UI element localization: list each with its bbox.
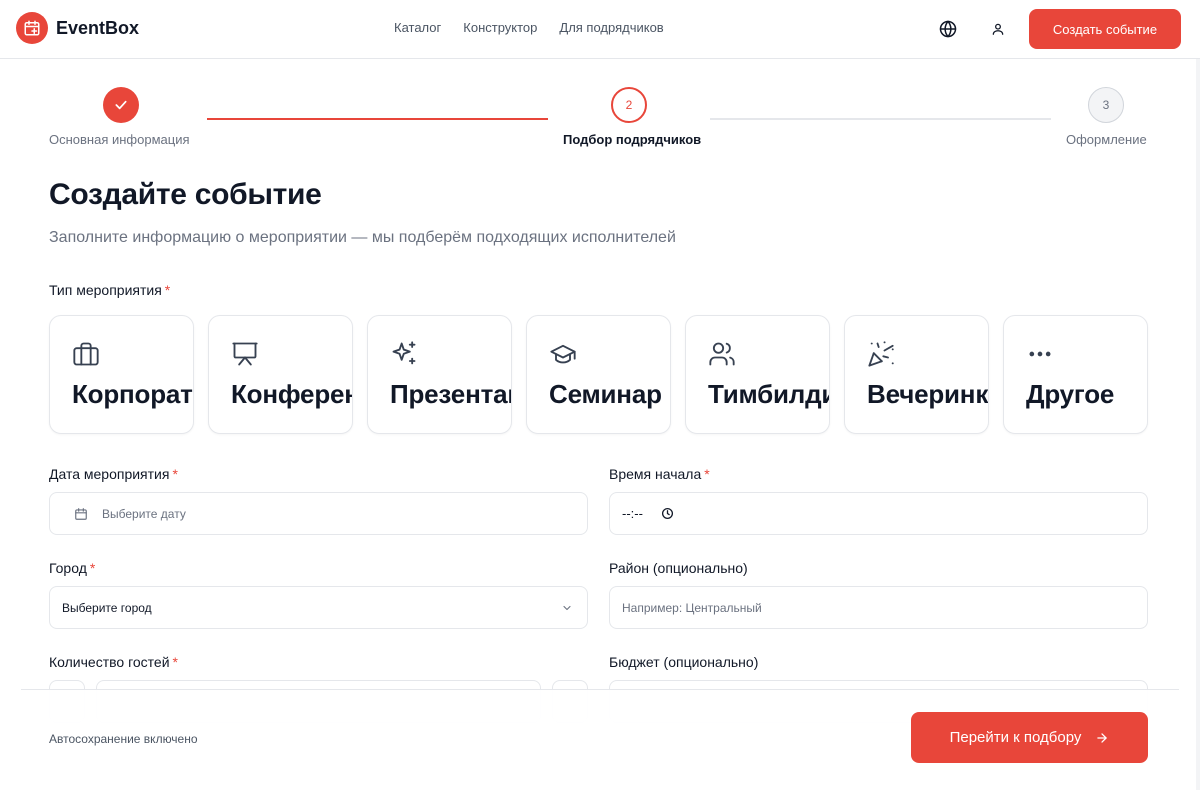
required-mark: * [89,560,96,576]
app-name: EventBox [56,17,140,38]
date-label-text: Дата мероприятия [49,466,170,482]
check-icon [115,100,127,110]
district-input[interactable]: Например: Центральный [609,586,1148,629]
time-value: --:-- [622,506,643,521]
date-input[interactable]: Выберите дату [49,492,588,535]
district-label: Район (опционально) [609,560,748,576]
autosave-status: Автосохранение включено [49,732,198,746]
next-step-button[interactable]: Перейти к подбору [911,712,1148,763]
graduation-cap-icon [549,340,579,368]
district-placeholder: Например: Центральный [622,600,762,615]
main-nav: Каталог Конструктор Для подрядчиков [394,20,664,35]
event-type-card-party[interactable]: Вечеринка [844,315,989,434]
step-3-label: Оформление [1066,132,1147,147]
calendar-logo-icon [16,12,48,44]
logo[interactable]: EventBox [16,12,139,44]
user-icon[interactable] [987,18,1009,40]
step-1-label: Основная информация [49,132,190,147]
step-2-circle[interactable]: 2 [611,87,647,123]
step-2-label: Подбор подрядчиков [563,132,702,147]
event-type-card-label: Тимбилдинг [708,379,829,409]
step-1-circle[interactable] [103,87,139,123]
party-popper-icon [867,340,897,368]
page-title: Создайте событие [49,178,322,211]
nav-contractors[interactable]: Для подрядчиков [559,20,663,35]
sparkles-icon [390,340,420,368]
nav-catalog[interactable]: Каталог [394,20,441,35]
event-type-card-presentation[interactable]: Презентация [367,315,512,434]
event-type-cards: Корпоратив Конференция [49,315,1149,435]
clock-icon[interactable] [661,507,674,520]
nav-constructor[interactable]: Конструктор [463,20,537,35]
globe-icon[interactable] [937,18,959,40]
event-type-card-label: Презентация [390,379,511,409]
required-mark: * [704,466,710,482]
briefcase-icon [72,340,102,368]
guests-label-text: Количество гостей [49,654,170,670]
event-type-card-label: Другое [1026,379,1115,409]
scrollbar-track[interactable] [1196,59,1200,790]
date-label: Дата мероприятия * [49,466,178,482]
time-input[interactable]: --:-- [609,492,1148,535]
event-create-page: EventBox Каталог Конструктор Для подрядч… [0,0,1200,790]
more-dots-icon [1026,340,1056,368]
step-connector-pending [710,118,1051,120]
event-type-card-label: Конференция [231,379,352,409]
event-type-card-seminar[interactable]: Семинар [526,315,671,434]
event-type-card-label: Вечеринка [867,379,989,409]
step-3-circle[interactable]: 3 [1088,87,1124,123]
next-step-label: Перейти к подбору [949,729,1082,746]
city-label-text: Город [49,560,87,576]
page-subtitle: Заполните информацию о мероприятии — мы … [49,229,676,246]
required-mark: * [172,654,178,670]
step-connector-done [207,118,548,120]
event-type-card-other[interactable]: Другое [1003,315,1148,434]
required-mark: * [164,282,171,298]
time-label-text: Время начала [609,466,702,482]
date-placeholder: Выберите дату [102,506,186,521]
event-type-card-conference[interactable]: Конференция [208,315,353,434]
budget-label-text: Бюджет (опционально) [609,654,759,670]
chevron-down-icon [561,602,573,614]
city-select[interactable]: Выберите город [49,586,588,629]
event-type-label: Тип мероприятия * [49,282,170,298]
presentation-icon [231,340,261,368]
top-header: EventBox Каталог Конструктор Для подрядч… [0,0,1200,59]
event-type-card-teambuilding[interactable]: Тимбилдинг [685,315,830,434]
create-event-button[interactable]: Создать событие [1029,9,1181,49]
users-icon [708,340,738,368]
event-type-card-label: Семинар [549,379,662,409]
time-label: Время начала * [609,466,710,482]
event-type-card-label: Корпоратив [72,379,193,409]
event-type-card-corporate[interactable]: Корпоратив [49,315,194,434]
city-select-value: Выберите город [62,600,152,615]
event-type-label-text: Тип мероприятия [49,282,162,298]
guests-label: Количество гостей * [49,654,178,670]
city-label: Город * [49,560,95,576]
required-mark: * [172,466,178,482]
budget-label: Бюджет (опционально) [609,654,758,670]
calendar-icon [74,507,88,521]
arrow-right-icon [1095,731,1109,745]
district-label-text: Район (опционально) [609,560,748,576]
sticky-footer: Автосохранение включено Перейти к подбор… [21,689,1179,790]
